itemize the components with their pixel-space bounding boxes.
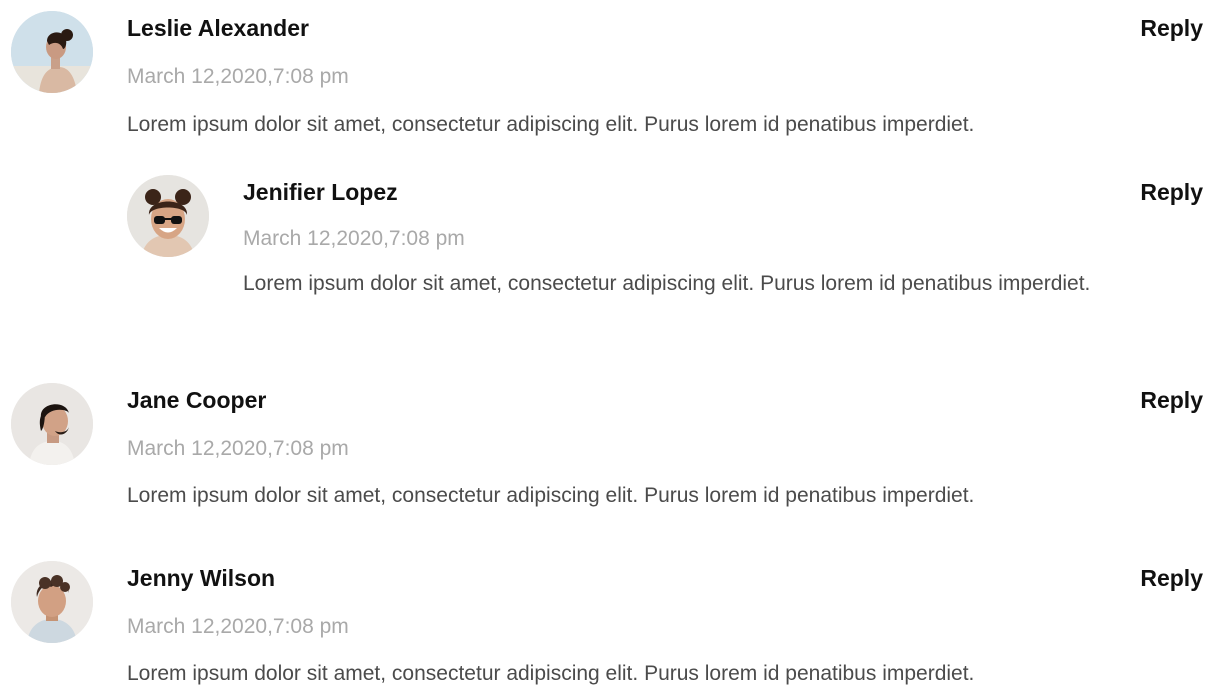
comment-date: March 12,2020,7:08 pm xyxy=(127,615,349,638)
comment-text: Lorem ipsum dolor sit amet, consectetur … xyxy=(127,662,975,685)
reply-button[interactable]: Reply xyxy=(1140,567,1203,590)
comment-item: Jenny Wilson March 12,2020,7:08 pm Lorem… xyxy=(0,0,1205,691)
avatar-jenny-icon xyxy=(11,561,93,643)
comment-author: Jenny Wilson xyxy=(127,565,276,591)
